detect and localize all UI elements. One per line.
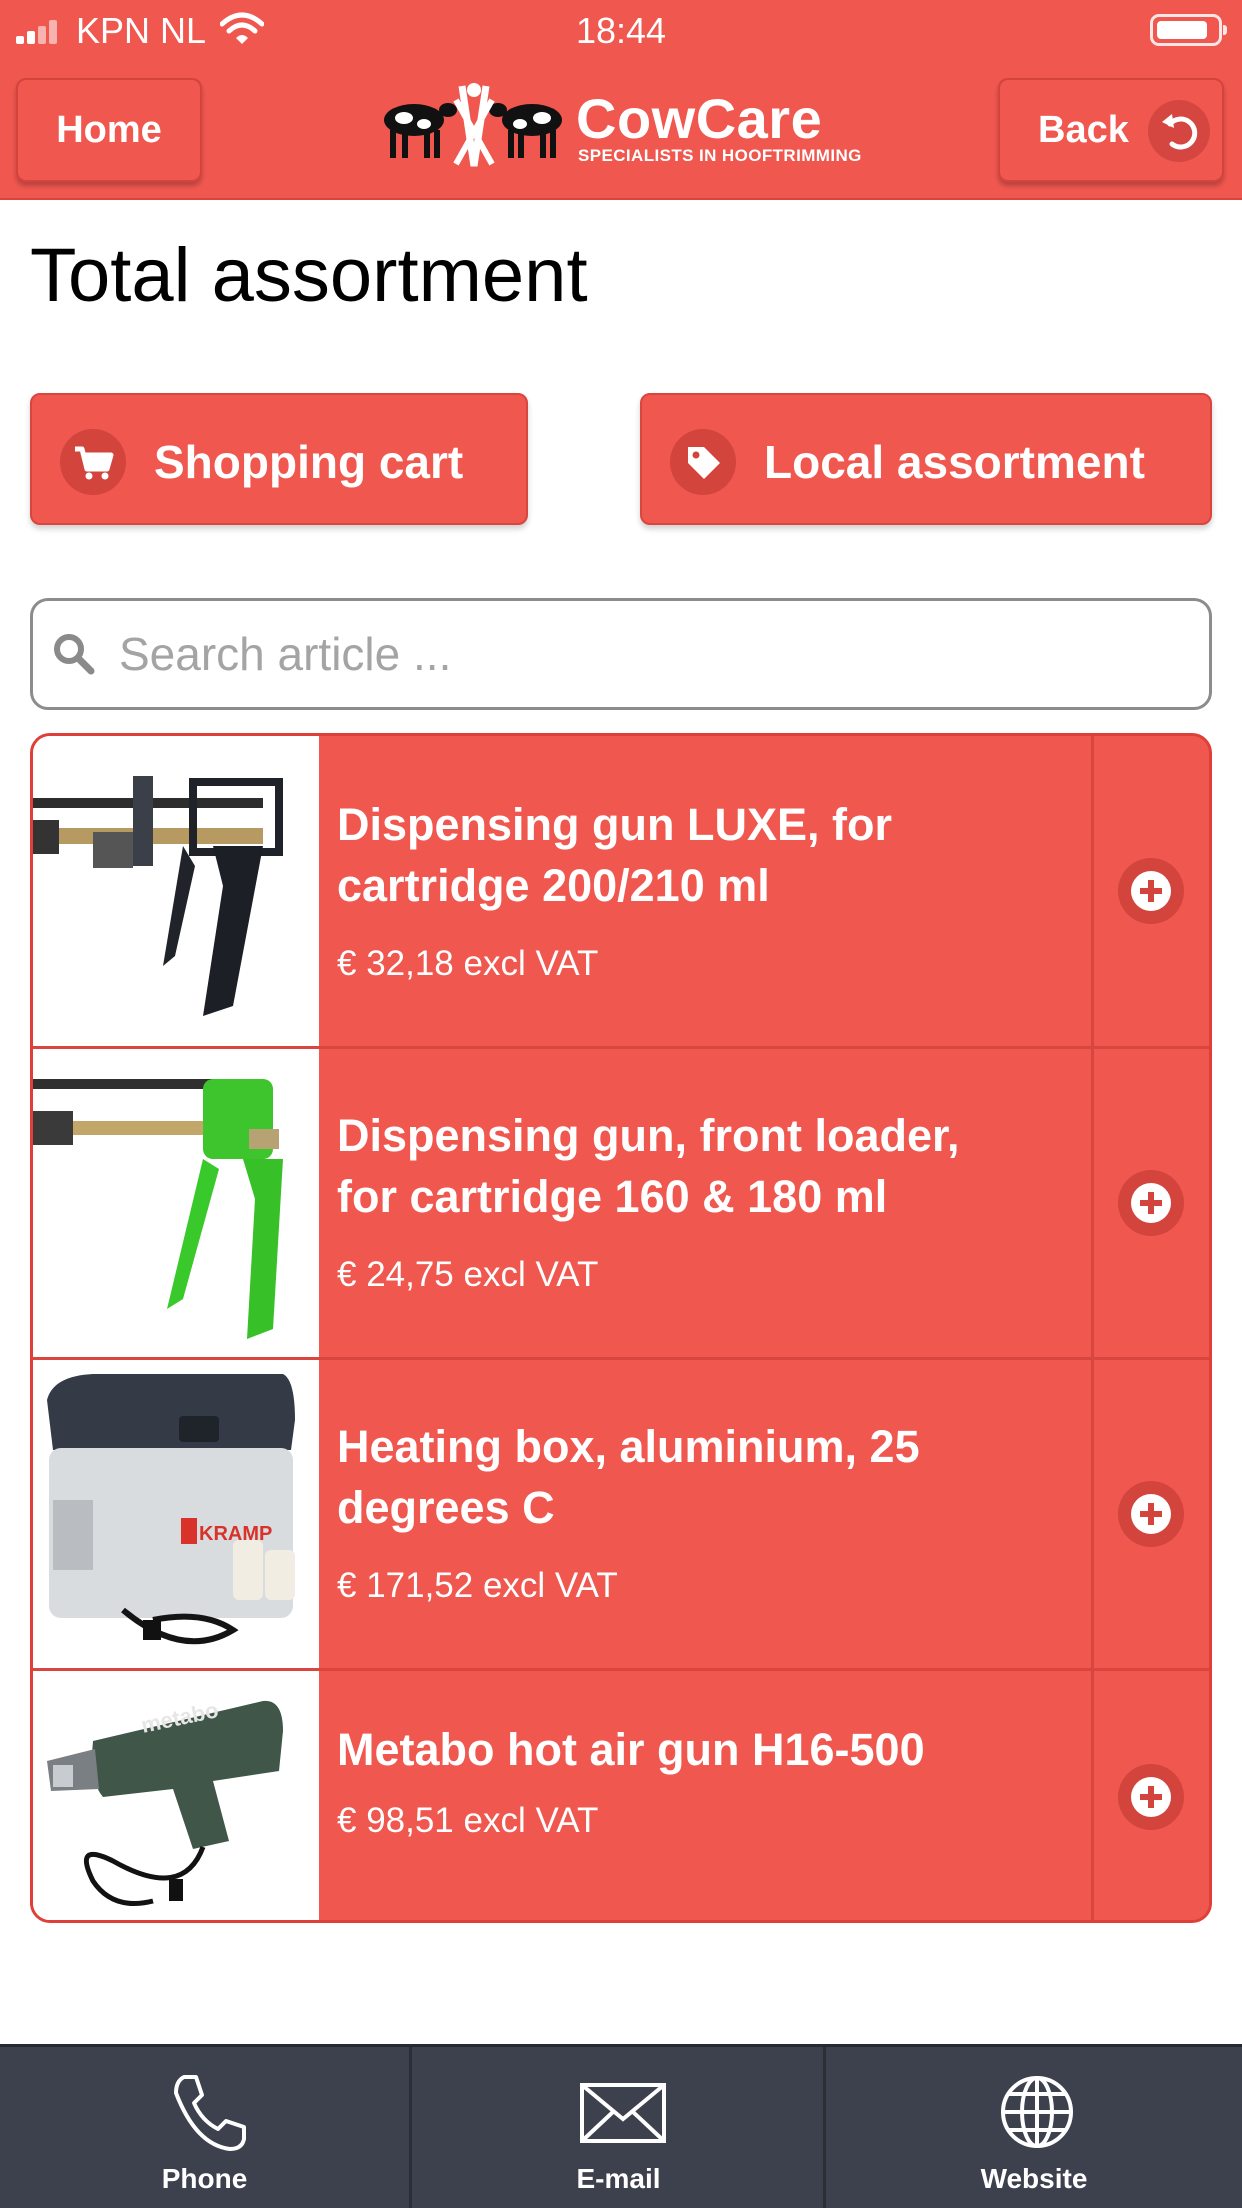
cows-logo-icon <box>384 83 562 167</box>
back-arrow-icon <box>1148 100 1210 162</box>
globe-icon <box>1001 2076 1073 2148</box>
plus-icon <box>1131 871 1171 911</box>
product-item[interactable]: Dispensing gun LUXE, for cartridge 200/2… <box>33 736 1209 1046</box>
product-name: Heating box, aluminium, 25 degrees C <box>337 1421 920 1533</box>
plus-icon <box>1131 1183 1171 1223</box>
home-button-label: Home <box>56 108 162 151</box>
email-tab[interactable]: E-mail <box>414 2047 826 2208</box>
logo-brand-text: CowCare <box>576 87 823 150</box>
add-column <box>1091 1360 1209 1668</box>
bottom-nav: Phone E-mail Website <box>0 2044 1242 2208</box>
add-to-cart-button[interactable] <box>1118 1481 1184 1547</box>
add-to-cart-button[interactable] <box>1118 1170 1184 1236</box>
product-price: € 24,75 excl VAT <box>337 1255 599 1294</box>
battery-icon <box>1150 14 1227 46</box>
product-image-green-dispensing-gun <box>33 1049 319 1357</box>
product-name: Dispensing gun LUXE, for cartridge 200/2… <box>337 799 893 911</box>
search-input[interactable] <box>117 613 1181 695</box>
product-image-metabo-hot-air-gun: metabo <box>33 1671 319 1920</box>
back-button[interactable]: Back <box>998 78 1224 182</box>
phone-tab[interactable]: Phone <box>0 2047 412 2208</box>
search-box[interactable] <box>30 598 1212 710</box>
local-assortment-label: Local assortment <box>764 436 1145 488</box>
product-item[interactable]: KRAMP Heating box, aluminium, 25 degrees… <box>33 1360 1209 1668</box>
product-price: € 98,51 excl VAT <box>337 1801 599 1840</box>
shopping-cart-icon <box>60 429 126 495</box>
product-name: Metabo hot air gun H16-500 <box>337 1724 925 1775</box>
search-icon <box>54 634 95 675</box>
website-label: Website <box>980 2163 1088 2194</box>
local-assortment-button[interactable]: Local assortment <box>640 393 1212 525</box>
phone-label: Phone <box>161 2163 248 2194</box>
page-title: Total assortment <box>30 233 588 318</box>
add-column <box>1091 1671 1209 1920</box>
product-price: € 171,52 excl VAT <box>337 1566 618 1605</box>
status-bar: KPN NL 18:44 <box>0 0 1242 60</box>
status-time: 18:44 <box>575 10 667 51</box>
logo-tagline: SPECIALISTS IN HOOFTRIMMING <box>578 146 862 165</box>
product-item[interactable]: Dispensing gun, front loader, for cartri… <box>33 1049 1209 1357</box>
phone-icon <box>174 2075 246 2151</box>
shopping-cart-label: Shopping cart <box>154 436 464 488</box>
home-button[interactable]: Home <box>16 78 202 182</box>
shopping-cart-button[interactable]: Shopping cart <box>30 393 528 525</box>
envelope-icon <box>580 2083 666 2143</box>
plus-icon <box>1131 1494 1171 1534</box>
email-label: E-mail <box>576 2163 661 2194</box>
product-item[interactable]: metabo Metabo hot air gun H16-500 € 98,5… <box>33 1671 1209 1920</box>
add-to-cart-button[interactable] <box>1118 1764 1184 1830</box>
add-to-cart-button[interactable] <box>1118 858 1184 924</box>
product-price: € 32,18 excl VAT <box>337 944 599 983</box>
product-list: Dispensing gun LUXE, for cartridge 200/2… <box>30 733 1212 1923</box>
plus-icon <box>1131 1777 1171 1817</box>
add-column <box>1091 1049 1209 1357</box>
add-column <box>1091 736 1209 1046</box>
product-image-kramp-heating-box: KRAMP <box>33 1360 319 1668</box>
product-image-black-dispensing-gun <box>33 736 319 1046</box>
app-header: KPN NL 18:44 Home CowCare SPECIALISTS IN… <box>0 0 1242 200</box>
cowcare-logo: CowCare SPECIALISTS IN HOOFTRIMMING <box>374 80 864 172</box>
price-tag-icon <box>670 429 736 495</box>
back-button-label: Back <box>1038 108 1129 151</box>
product-name: Dispensing gun, front loader, for cartri… <box>337 1110 960 1222</box>
website-tab[interactable]: Website <box>828 2047 1240 2208</box>
